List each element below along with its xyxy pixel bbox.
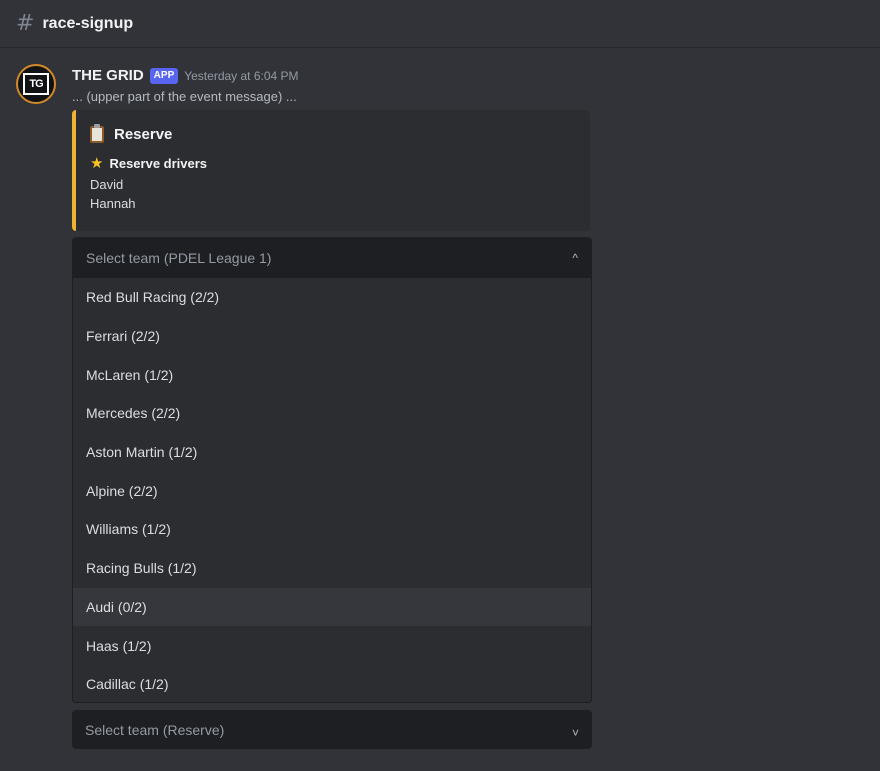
select-option[interactable]: Mercedes (2/2) <box>73 394 591 433</box>
embed-field-name-text: Reserve drivers <box>109 156 208 171</box>
clipboard-icon <box>90 124 104 143</box>
message-context: ... (upper part of the event message) ..… <box>72 89 297 104</box>
reserve-driver: David <box>90 177 124 192</box>
team-select-dropdown[interactable]: Select team (PDEL League 1) ^ Red Bull R… <box>72 237 592 703</box>
reserve-select[interactable]: Select team (Reserve) ˅ <box>72 710 592 749</box>
select-option[interactable]: Alpine (2/2) <box>73 471 591 510</box>
reserve-driver: Hannah <box>90 196 136 211</box>
message-timestamp[interactable]: Yesterday at 6:04 PM <box>184 69 298 83</box>
chevron-down-icon[interactable]: ˅ <box>572 726 579 740</box>
select-option[interactable]: Racing Bulls (1/2) <box>73 549 591 588</box>
embed-field-name: ★ Reserve drivers <box>90 156 576 171</box>
message-header: THE GRID APP Yesterday at 6:04 PM <box>72 67 299 84</box>
team-select-header[interactable]: Select team (PDEL League 1) ^ <box>73 238 591 278</box>
hash-icon: # <box>16 10 35 36</box>
select-option[interactable]: Haas (1/2) <box>73 626 591 665</box>
select-option[interactable]: Aston Martin (1/2) <box>73 433 591 472</box>
embed: Reserve ★ Reserve drivers David Hannah <box>72 110 590 231</box>
team-select-options: Red Bull Racing (2/2) Ferrari (2/2) McLa… <box>73 278 591 702</box>
embed-field-values: David Hannah <box>90 175 576 213</box>
select-option[interactable]: Williams (1/2) <box>73 510 591 549</box>
reserve-select-placeholder: Select team (Reserve) <box>85 721 225 738</box>
select-option-hovered[interactable]: Audi (0/2) <box>73 587 591 627</box>
channel-name[interactable]: race-signup <box>42 15 133 33</box>
select-option[interactable]: Red Bull Racing (2/2) <box>73 278 591 317</box>
select-option[interactable]: Ferrari (2/2) <box>73 317 591 356</box>
avatar[interactable]: TG <box>16 64 56 104</box>
embed-title: Reserve <box>90 124 576 143</box>
select-option[interactable]: McLaren (1/2) <box>73 355 591 394</box>
channel-header: # race-signup <box>0 0 880 48</box>
embed-title-text: Reserve <box>114 126 173 143</box>
chevron-up-icon[interactable]: ^ <box>572 251 578 265</box>
app-badge: APP <box>149 67 179 84</box>
select-option[interactable]: Cadillac (1/2) <box>73 665 591 702</box>
author-name[interactable]: THE GRID <box>72 67 144 84</box>
star-icon: ★ <box>90 155 104 172</box>
team-select-placeholder: Select team (PDEL League 1) <box>86 250 272 266</box>
avatar-logo: TG <box>23 73 49 95</box>
